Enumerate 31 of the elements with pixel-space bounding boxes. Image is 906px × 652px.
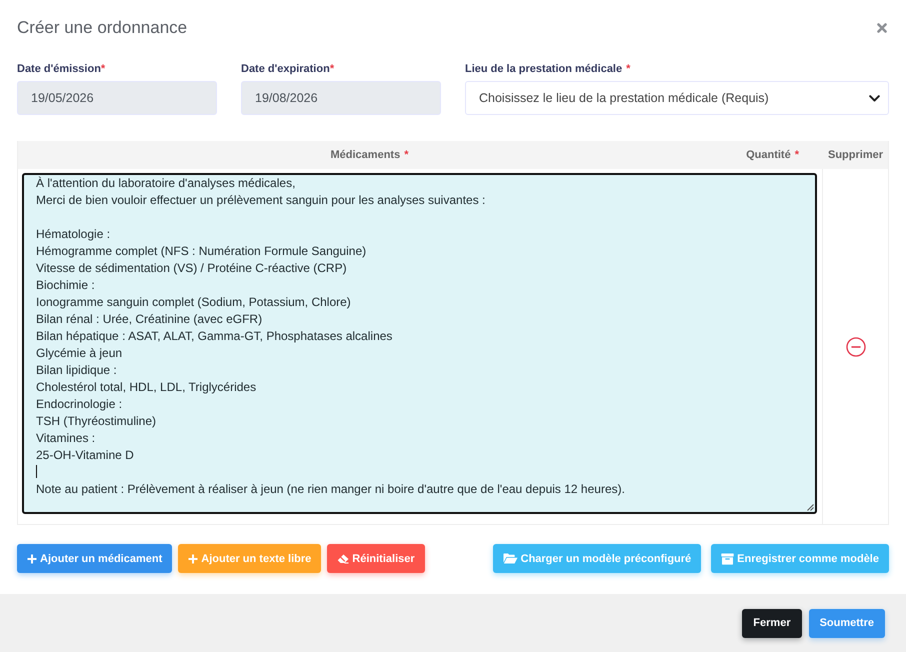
select-field[interactable]: Choisissez le lieu de la prestation médicale (Requis) [465,81,889,115]
close-icon[interactable] [877,23,887,33]
plus-icon [27,554,37,564]
resize-handle-icon[interactable] [807,504,814,511]
action-button[interactable]: Réinitialiser [327,544,425,573]
column-header: Médicaments [330,149,400,161]
plus-icon [188,554,198,564]
action-button[interactable]: Ajouter un texte libre [178,544,322,573]
action-button[interactable]: Enregistrer comme modèle [711,544,889,573]
footer-button[interactable]: Soumettre [808,608,885,638]
dialog-title: Créer une ordonnance [17,18,188,38]
field-label: Date d'émission [17,62,101,74]
remove-icon[interactable] [846,336,866,356]
required-mark: * [330,62,334,74]
required-mark: * [626,62,630,74]
chevron-down-icon [869,94,880,102]
text-cursor-icon [36,465,37,478]
eraser-icon [337,554,350,564]
required-mark: * [794,149,799,161]
column-header: Supprimer [828,149,883,161]
action-button[interactable]: Ajouter un médicament [17,544,172,573]
archive-box-icon [721,552,734,564]
required-mark: * [100,62,106,74]
text-area[interactable]: À l'attention du laboratoire d'analyses médicales, Merci de bien vouloir effectuer un prélèvement sanguin pour les analyses suivantes : Hématologie : Hémogramme complet (NFS : Numération Formule Sanguine) Vitesse de sédimentation (VS) / Protéine C-réactive (CRP) Biochimie : Ionogramme sanguin complet (Sodium, Potassium, Chlore) Bilan rénal : Urée, Créatinine (avec eGFR) Bilan hépatique : ASAT, ALAT, Gamma-GT, Phosphatases alcalines Glycémie à jeun Bilan lipidique : Cholestérol total, HDL, LDL, Triglycérides Endocrinologie : TSH (Thyréostimuline) Vitamines : 25-OH-Vitamine D Note au patient : Prélèvement à réaliser à jeun (ne rien manger ni boire d'autre que de l'eau depuis 12 heures). [22,173,817,514]
footer-button[interactable]: Fermer [742,608,802,638]
required-mark: * [404,149,408,161]
field-label: Lieu de la prestation médicale [465,62,622,74]
field-label: Date d'expiration [241,62,330,74]
folder-icon [502,553,518,564]
column-header: Quantité [746,149,791,161]
action-button[interactable]: Charger un modèle préconfiguré [492,544,702,573]
